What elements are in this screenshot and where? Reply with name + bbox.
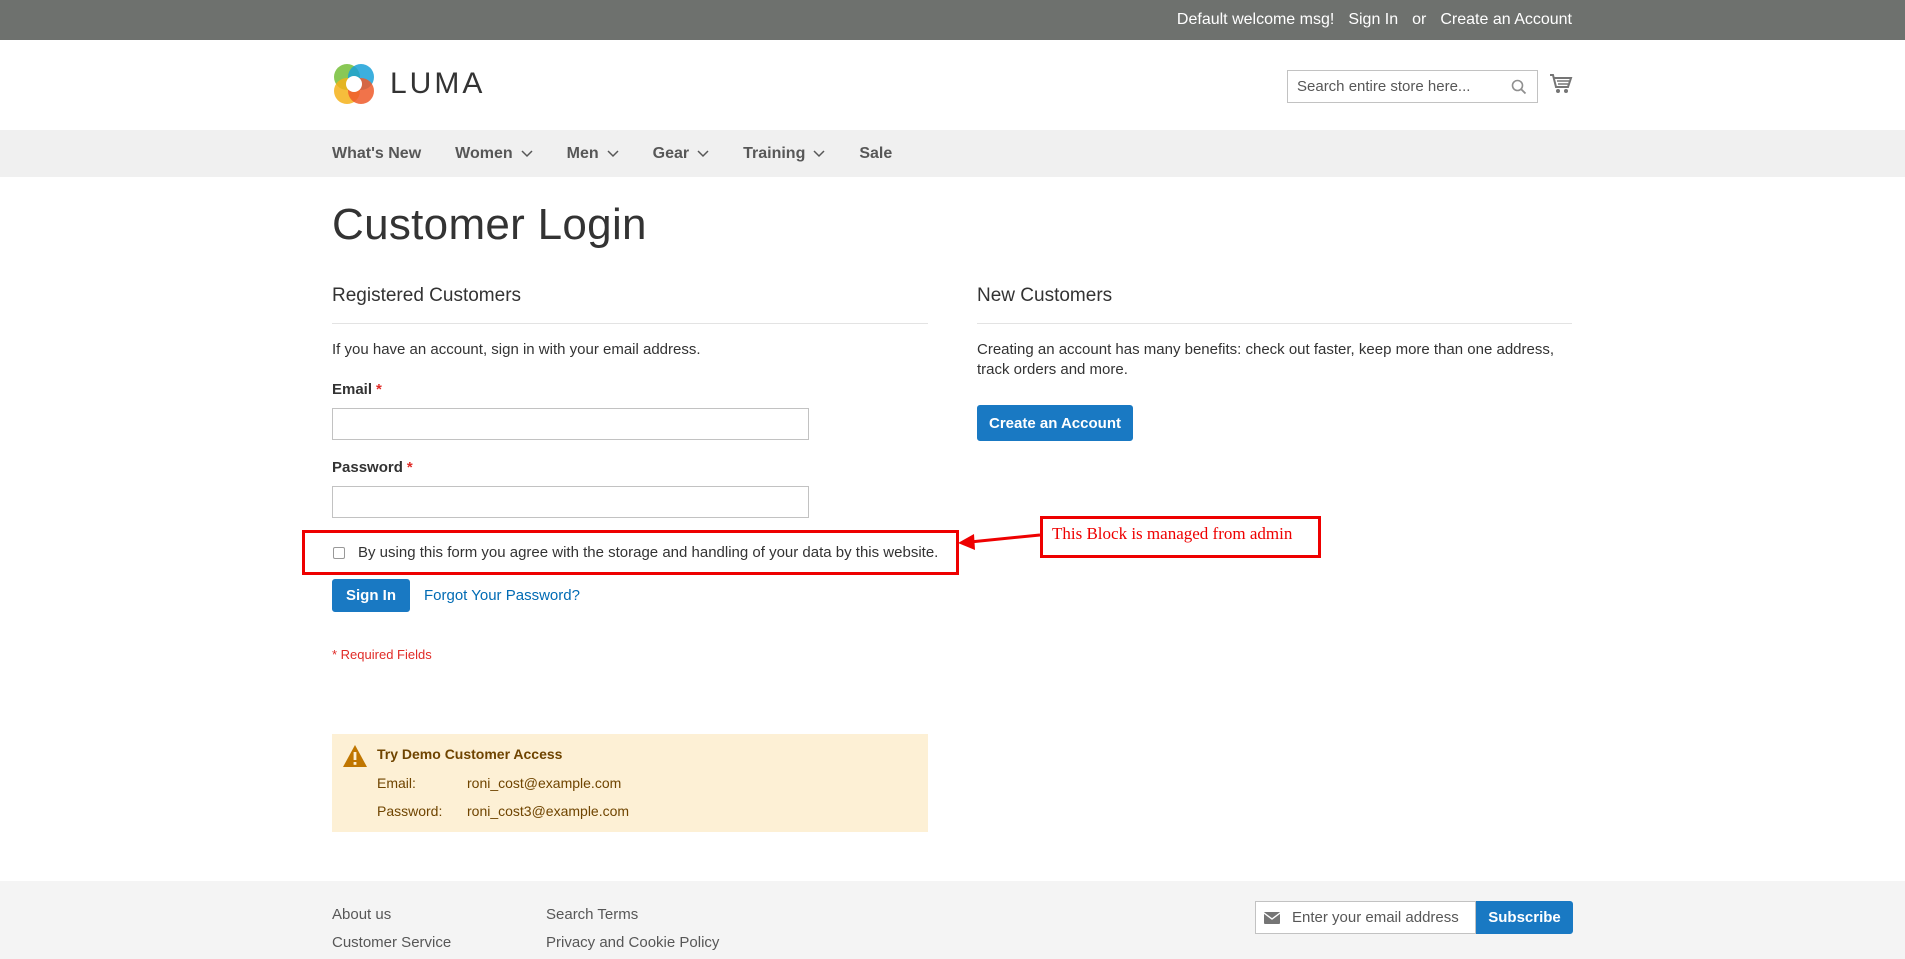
required-asterisk: * (406, 459, 413, 476)
required-asterisk: * (376, 381, 382, 398)
registered-customers-block: Registered Customers If you have an acco… (332, 285, 928, 518)
cart-icon[interactable] (1549, 73, 1573, 100)
footer: About us Customer Service Search Terms P… (0, 881, 1905, 959)
top-links: Default welcome msg! Sign In or Create a… (1177, 11, 1572, 29)
password-field[interactable] (332, 486, 809, 518)
demo-password-value: roni_cost3@example.com (467, 803, 630, 819)
envelope-icon (1264, 911, 1280, 924)
footer-links-col2: Search Terms Privacy and Cookie Policy (546, 901, 719, 957)
demo-password-row: Password: roni_cost3@example.com (377, 803, 629, 819)
annotation-arrow-icon (958, 533, 1041, 550)
sign-in-actions: Sign In Forgot Your Password? (332, 579, 580, 612)
search-input[interactable] (1288, 71, 1498, 102)
email-label-text: Email (332, 381, 373, 398)
registered-intro: If you have an account, sign in with you… (332, 341, 701, 358)
nav-item-label: What's New (332, 144, 422, 162)
header: LUMA (0, 40, 1905, 130)
footer-link-privacy[interactable]: Privacy and Cookie Policy (546, 929, 719, 957)
nav-item-whats-new[interactable]: What's New (332, 145, 421, 163)
page-title: Customer Login (332, 200, 647, 249)
password-label: Password * (332, 459, 928, 476)
consent-block: By using this form you agree with the st… (302, 530, 959, 575)
logo-text: LUMA (390, 67, 486, 100)
nav-item-women[interactable]: Women (455, 144, 533, 163)
demo-email-row: Email: roni_cost@example.com (377, 775, 621, 791)
subscribe-button[interactable]: Subscribe (1476, 901, 1573, 934)
nav-item-label: Gear (652, 144, 690, 162)
demo-email-value: roni_cost@example.com (467, 775, 622, 791)
chevron-down-icon (521, 149, 533, 157)
logo[interactable]: LUMA (332, 62, 485, 106)
footer-link-customer-service[interactable]: Customer Service (332, 929, 451, 957)
welcome-message: Default welcome msg! (1176, 11, 1335, 28)
demo-password-key: Password: (377, 803, 443, 819)
consent-checkbox[interactable] (333, 546, 345, 559)
demo-title: Try Demo Customer Access (377, 746, 563, 762)
annotation-text: This Block is managed from admin (1052, 524, 1293, 543)
main-nav: What's New Women Men Gear Training Sale (0, 130, 1905, 177)
required-fields-note: * Required Fields (332, 647, 432, 662)
chevron-down-icon (607, 149, 619, 157)
nav-item-sale[interactable]: Sale (859, 145, 892, 163)
demo-email-key: Email: (377, 775, 416, 791)
annotation-box: This Block is managed from admin (1040, 516, 1321, 558)
luma-logo-icon (334, 64, 374, 104)
nav-item-label: Training (743, 144, 806, 162)
forgot-password-link[interactable]: Forgot Your Password? (424, 587, 580, 604)
nav-item-training[interactable]: Training (743, 145, 825, 163)
create-account-button[interactable]: Create an Account (977, 405, 1133, 441)
warning-icon (343, 745, 367, 767)
nav-item-label: Women (455, 144, 513, 162)
new-customers-block: New Customers Creating an account has ma… (977, 285, 1572, 441)
chevron-down-icon (697, 149, 709, 157)
nav-item-gear[interactable]: Gear (653, 145, 709, 163)
password-label-text: Password (332, 459, 403, 476)
top-panel: Default welcome msg! Sign In or Create a… (0, 0, 1905, 40)
consent-text: By using this form you agree with the st… (358, 544, 939, 561)
chevron-down-icon (813, 149, 825, 157)
nav-item-label: Men (566, 144, 599, 162)
email-field[interactable] (332, 408, 809, 440)
create-account-link[interactable]: Create an Account (1440, 11, 1572, 29)
or-separator: or (1412, 11, 1427, 28)
footer-links-col1: About us Customer Service (332, 901, 451, 957)
search-box (1287, 70, 1538, 103)
search-icon[interactable] (1511, 79, 1527, 100)
email-label: Email * (332, 381, 928, 398)
sign-in-link[interactable]: Sign In (1348, 11, 1398, 29)
footer-link-search-terms[interactable]: Search Terms (546, 901, 719, 929)
newsletter-form: Subscribe (1255, 901, 1573, 934)
sign-in-button[interactable]: Sign In (332, 579, 410, 612)
demo-access-message: Try Demo Customer Access Email: roni_cos… (332, 734, 928, 832)
registered-customers-title: Registered Customers (332, 285, 928, 324)
nav-item-men[interactable]: Men (567, 145, 619, 163)
new-customers-title: New Customers (977, 285, 1572, 324)
newsletter-email-input[interactable] (1292, 909, 1467, 926)
nav-item-label: Sale (859, 144, 893, 162)
newsletter-field (1255, 901, 1476, 934)
footer-link-about[interactable]: About us (332, 901, 451, 929)
new-customers-text: Creating an account has many benefits: c… (977, 341, 1555, 378)
